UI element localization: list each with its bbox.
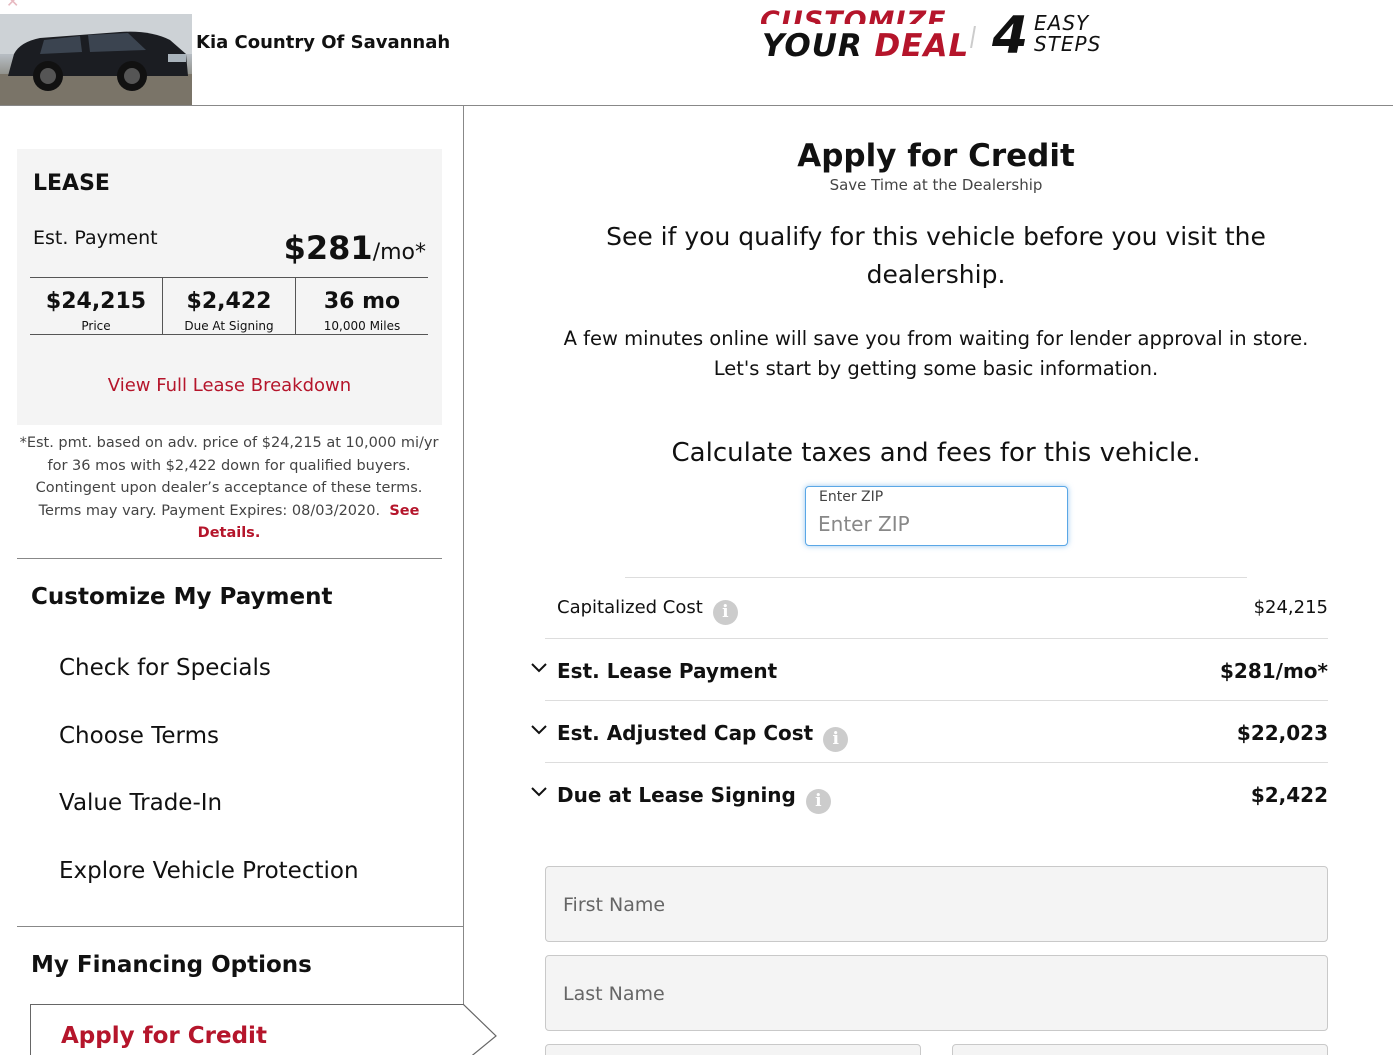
row-value: $22,023: [1236, 721, 1328, 745]
row-label-text: Est. Adjusted Cap Cost: [557, 721, 814, 745]
row-value: $2,422: [1250, 783, 1328, 807]
stat-label: Due At Signing: [184, 319, 274, 333]
banner-easy: EASY: [1034, 11, 1090, 35]
divider: [17, 926, 464, 927]
sidebar-item-choose-terms[interactable]: Choose Terms: [59, 723, 219, 749]
banner-line2: YOUR DEAL: [762, 28, 969, 64]
row-label: Est. Adjusted Cap Cost i: [557, 721, 849, 752]
row-label: Due at Lease Signing i: [557, 783, 831, 814]
sidebar-item-vehicle-protection[interactable]: Explore Vehicle Protection: [59, 858, 359, 884]
info-icon[interactable]: i: [823, 727, 849, 752]
row-value: $24,215: [1253, 597, 1328, 618]
disclaimer-text: *Est. pmt. based on adv. price of $24,21…: [19, 435, 439, 519]
view-full-lease-breakdown-link[interactable]: View Full Lease Breakdown: [17, 375, 442, 396]
sidebar-item-value-trade-in[interactable]: Value Trade-In: [59, 790, 222, 816]
chevron-down-icon[interactable]: [531, 787, 547, 797]
lease-disclaimer: *Est. pmt. based on adv. price of $24,21…: [14, 432, 444, 545]
row-label: Est. Lease Payment: [557, 659, 778, 683]
stat-label: Price: [81, 319, 111, 333]
page-title: Apply for Credit: [797, 138, 1075, 174]
est-payment-label: Est. Payment: [33, 227, 158, 249]
zip-field[interactable]: Enter ZIP: [805, 486, 1068, 546]
intro-line: Let's start by getting some basic inform…: [713, 357, 1159, 380]
zip-input[interactable]: [818, 509, 1054, 539]
est-payment-value: $281/mo*: [284, 229, 426, 267]
stat-value: 36 mo: [323, 289, 401, 314]
financing-heading: My Financing Options: [31, 952, 312, 978]
row-est-adjusted-cap-cost[interactable]: Est. Adjusted Cap Cost i $22,023: [531, 701, 1328, 763]
divider: [17, 558, 442, 559]
row-capitalized-cost: Capitalized Cost i $24,215: [545, 577, 1328, 639]
page-subtitle: Save Time at the Dealership: [829, 176, 1043, 194]
calc-heading: Calculate taxes and fees for this vehicl…: [671, 438, 1201, 468]
intro-paragraph: A few minutes online will save you from …: [544, 324, 1328, 384]
banner-divider: [970, 26, 976, 48]
lead-text: See if you qualify for this vehicle befo…: [606, 222, 1266, 289]
form-field-partial[interactable]: [952, 1044, 1328, 1055]
info-icon[interactable]: i: [805, 789, 831, 814]
zip-label: Enter ZIP: [819, 489, 884, 505]
lease-stats: $24,215 Price $2,422 Due At Signing 36 m…: [30, 277, 428, 335]
row-label: Capitalized Cost i: [557, 597, 738, 625]
form-field-partial[interactable]: [545, 1044, 921, 1055]
banner-your: YOUR: [762, 28, 863, 64]
stat-price: $24,215 Price: [30, 278, 162, 334]
banner-number: 4: [992, 6, 1029, 66]
sidebar: LEASE Est. Payment $281/mo* $24,215 Pric…: [0, 106, 497, 1055]
banner-deal: DEAL: [874, 28, 970, 64]
sidebar-item-check-specials[interactable]: Check for Specials: [59, 655, 271, 681]
chevron-down-icon[interactable]: [531, 663, 547, 673]
last-name-input[interactable]: [563, 980, 1303, 1008]
apply-credit-label: Apply for Credit: [61, 1023, 267, 1049]
dealer-name: Kia Country Of Savannah: [196, 32, 451, 53]
row-est-lease-payment[interactable]: Est. Lease Payment $281/mo*: [531, 639, 1328, 701]
header: ✕ Kia Country Of Savannah CUSTOMIZE YOUR…: [0, 0, 1393, 106]
lease-title: LEASE: [33, 171, 110, 196]
est-payment-unit: /mo*: [372, 240, 426, 265]
info-icon[interactable]: i: [712, 600, 738, 625]
banner-line1: CUSTOMIZE: [760, 6, 947, 24]
stat-value: $24,215: [45, 289, 147, 314]
customize-heading: Customize My Payment: [31, 584, 333, 610]
stat-label: 10,000 Miles: [323, 319, 401, 333]
stat-value: $2,422: [186, 289, 272, 314]
row-label-text: Due at Lease Signing: [557, 783, 796, 807]
row-label-text: Capitalized Cost: [557, 597, 703, 618]
last-name-field[interactable]: [545, 955, 1328, 1031]
vehicle-thumbnail: [0, 14, 192, 105]
row-due-at-lease-signing[interactable]: Due at Lease Signing i $2,422: [531, 763, 1328, 825]
chevron-down-icon[interactable]: [531, 725, 547, 735]
sidebar-item-apply-credit[interactable]: Apply for Credit: [30, 1004, 464, 1055]
banner-steps-word: STEPS: [1034, 32, 1102, 56]
est-payment-amount: $281: [283, 229, 373, 267]
stat-due-at-signing: $2,422 Due At Signing: [162, 278, 295, 334]
lease-summary-card: LEASE Est. Payment $281/mo* $24,215 Pric…: [17, 149, 442, 425]
first-name-field[interactable]: [545, 866, 1328, 942]
stat-term: 36 mo 10,000 Miles: [295, 278, 428, 334]
banner-steps: EASY STEPS: [1034, 13, 1101, 55]
main-content: Apply for Credit Save Time at the Dealer…: [464, 106, 1393, 1055]
first-name-input[interactable]: [563, 891, 1303, 919]
intro-line: A few minutes online will save you from …: [563, 327, 1309, 350]
close-icon[interactable]: ✕: [6, 0, 19, 11]
row-value: $281/mo*: [1219, 659, 1328, 683]
customize-deal-banner: CUSTOMIZE YOUR DEAL 4 EASY STEPS: [760, 6, 1120, 68]
